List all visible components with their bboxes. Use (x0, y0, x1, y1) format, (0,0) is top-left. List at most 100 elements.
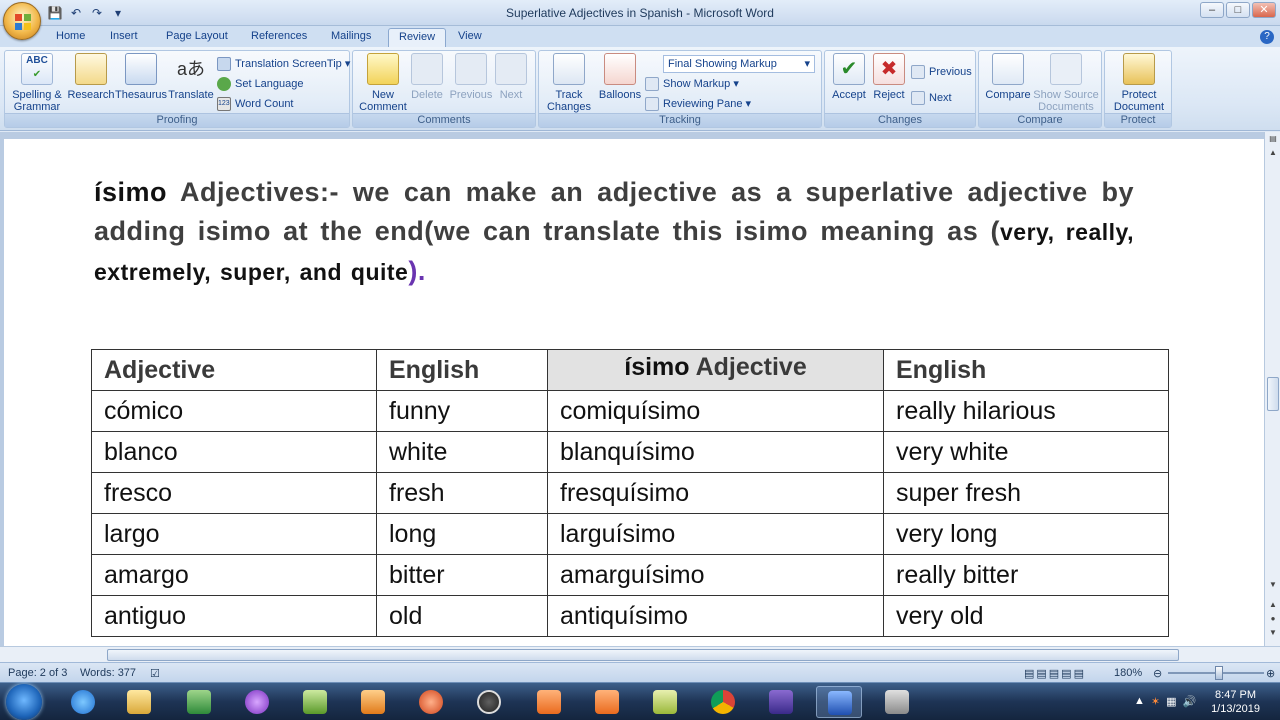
zoom-level[interactable]: 180% (1114, 667, 1142, 679)
media-player-icon (361, 690, 385, 714)
maximize-button[interactable]: □ (1226, 2, 1250, 18)
table-cell: bitter (376, 554, 548, 596)
select-browse-object-icon[interactable]: ● (1267, 614, 1279, 623)
tab-references[interactable]: References (241, 28, 317, 47)
taskbar-explorer[interactable] (116, 686, 162, 718)
tab-view[interactable]: View (448, 28, 492, 47)
tab-insert[interactable]: Insert (100, 28, 148, 47)
grammar-label: Grammar (13, 101, 61, 113)
network-icon[interactable]: ▦ (1166, 695, 1176, 708)
document-page[interactable]: ísimo Adjectives:- we can make an adject… (4, 139, 1264, 646)
tray-expand-icon[interactable]: ▲ (1134, 695, 1145, 708)
paragraph-close: ). (408, 256, 426, 286)
taskbar-chrome[interactable] (700, 686, 746, 718)
help-icon[interactable]: ? (1260, 30, 1274, 44)
protect-label: Protect (1121, 89, 1157, 101)
vertical-scroll-thumb[interactable] (1267, 377, 1279, 411)
zoom-slider-handle[interactable] (1215, 666, 1223, 680)
documents-label: Documents (1038, 101, 1094, 113)
page-count[interactable]: Page: 2 of 3 (8, 667, 67, 679)
word-count[interactable]: Words: 377 (80, 667, 136, 679)
accept-button[interactable]: ✔ Accept (827, 53, 871, 101)
display-for-review-dropdown[interactable]: Final Showing Markup ▾ (663, 55, 815, 73)
header-isimo-adjective: ísimo Adjective (547, 349, 884, 391)
previous-page-icon[interactable]: ▲ (1267, 600, 1279, 609)
track-label: Track (555, 89, 583, 101)
taskbar-media[interactable] (350, 686, 396, 718)
zoom-out-icon[interactable]: ⊖ (1153, 667, 1162, 680)
tab-home[interactable]: Home (46, 28, 95, 47)
table-cell: very old (883, 595, 1169, 637)
spelling-label: Spelling & (12, 89, 62, 101)
spelling-grammar-button[interactable]: ABC ✔ Spelling & Grammar (9, 53, 65, 113)
next-change-button[interactable]: Next (911, 89, 952, 107)
tab-review[interactable]: Review (388, 28, 447, 47)
group-changes: ✔ Accept ✖ Reject Previous Next Changes (824, 50, 976, 128)
compare-button[interactable]: Compare (983, 53, 1033, 101)
ruler-toggle-icon[interactable]: ▤ (1267, 134, 1279, 143)
tab-mailings[interactable]: Mailings (321, 28, 381, 47)
taskbar-screenshot[interactable] (526, 686, 572, 718)
research-button[interactable]: Research (65, 53, 117, 101)
minimize-button[interactable]: – (1200, 2, 1224, 18)
taskbar-tool[interactable] (408, 686, 454, 718)
view-buttons-icon[interactable]: ▤▤▤▤▤ (1024, 667, 1086, 680)
start-button[interactable] (6, 684, 42, 720)
protect-document-button[interactable]: Protect Document (1109, 53, 1169, 113)
translate-button[interactable]: aあ Translate (165, 53, 217, 101)
clock[interactable]: 8:47 PM 1/13/2019 (1211, 688, 1260, 716)
compare-icon (992, 53, 1024, 85)
header-english-2: English (883, 349, 1169, 391)
clock-date: 1/13/2019 (1211, 703, 1260, 715)
zoom-in-icon[interactable]: ⊕ (1266, 667, 1275, 680)
research-label: Research (67, 89, 115, 101)
vertical-scrollbar[interactable]: ▤ ▲ ▼ ▲ ● ▼ (1264, 132, 1280, 646)
group-protect: Protect Document Protect (1104, 50, 1172, 128)
table-cell: really bitter (883, 554, 1169, 596)
proofing-status-icon[interactable]: ☑ (150, 667, 160, 680)
previous-change-button[interactable]: Previous (911, 63, 972, 81)
scroll-down-icon[interactable]: ▼ (1267, 580, 1279, 589)
taskbar-tools[interactable] (874, 686, 920, 718)
reviewing-pane-button[interactable]: Reviewing Pane ▾ (645, 95, 751, 113)
document-label: Document (1113, 101, 1165, 113)
taskbar-onenote[interactable] (234, 686, 280, 718)
set-language-button[interactable]: Set Language (217, 75, 304, 93)
next-page-icon[interactable]: ▼ (1267, 628, 1279, 637)
word-count-button[interactable]: 123 Word Count (217, 95, 294, 113)
reject-button[interactable]: ✖ Reject (867, 53, 911, 101)
horizontal-scrollbar[interactable] (0, 646, 1280, 662)
show-source-documents-button[interactable]: Show Source Documents (1033, 53, 1099, 113)
tab-page-layout[interactable]: Page Layout (156, 28, 238, 47)
taskbar-folder2[interactable] (642, 686, 688, 718)
taskbar-camera[interactable] (584, 686, 630, 718)
table-cell: antiquísimo (547, 595, 884, 637)
delete-comment-button[interactable]: Delete (405, 53, 449, 101)
next-comment-button[interactable]: Next (491, 53, 531, 101)
taskbar-word[interactable] (816, 686, 862, 718)
taskbar-obs[interactable] (466, 686, 512, 718)
group-compare: Compare Show Source Documents Compare (978, 50, 1102, 128)
close-button[interactable]: ✕ (1252, 2, 1276, 18)
track-changes-button[interactable]: Track Changes (543, 53, 595, 113)
ribbon: ABC ✔ Spelling & Grammar Research Thesaur… (0, 47, 1280, 131)
taskbar-eclipse[interactable] (758, 686, 804, 718)
thesaurus-button[interactable]: Thesaurus (113, 53, 169, 101)
taskbar-app-chart[interactable] (292, 686, 338, 718)
balloons-button[interactable]: Balloons (595, 53, 645, 101)
taskbar-excel[interactable] (176, 686, 222, 718)
taskbar-ie[interactable] (60, 686, 106, 718)
chart-app-icon (303, 690, 327, 714)
volume-icon[interactable]: 🔊 (1183, 695, 1197, 708)
horizontal-scroll-thumb[interactable] (107, 649, 1179, 661)
group-proofing: ABC ✔ Spelling & Grammar Research Thesaur… (4, 50, 350, 128)
show-markup-button[interactable]: Show Markup ▾ (645, 75, 739, 93)
translation-screentip-button[interactable]: Translation ScreenTip ▾ (217, 55, 350, 73)
table-cell: funny (376, 390, 548, 432)
scroll-up-icon[interactable]: ▲ (1267, 148, 1279, 157)
office-button[interactable] (3, 2, 41, 40)
new-comment-button[interactable]: New Comment (357, 53, 409, 113)
previous-comment-button[interactable]: Previous (447, 53, 495, 101)
tray-app-icon[interactable]: ✶ (1151, 695, 1160, 708)
ribbon-tabs: Home Insert Page Layout References Maili… (0, 26, 1280, 47)
